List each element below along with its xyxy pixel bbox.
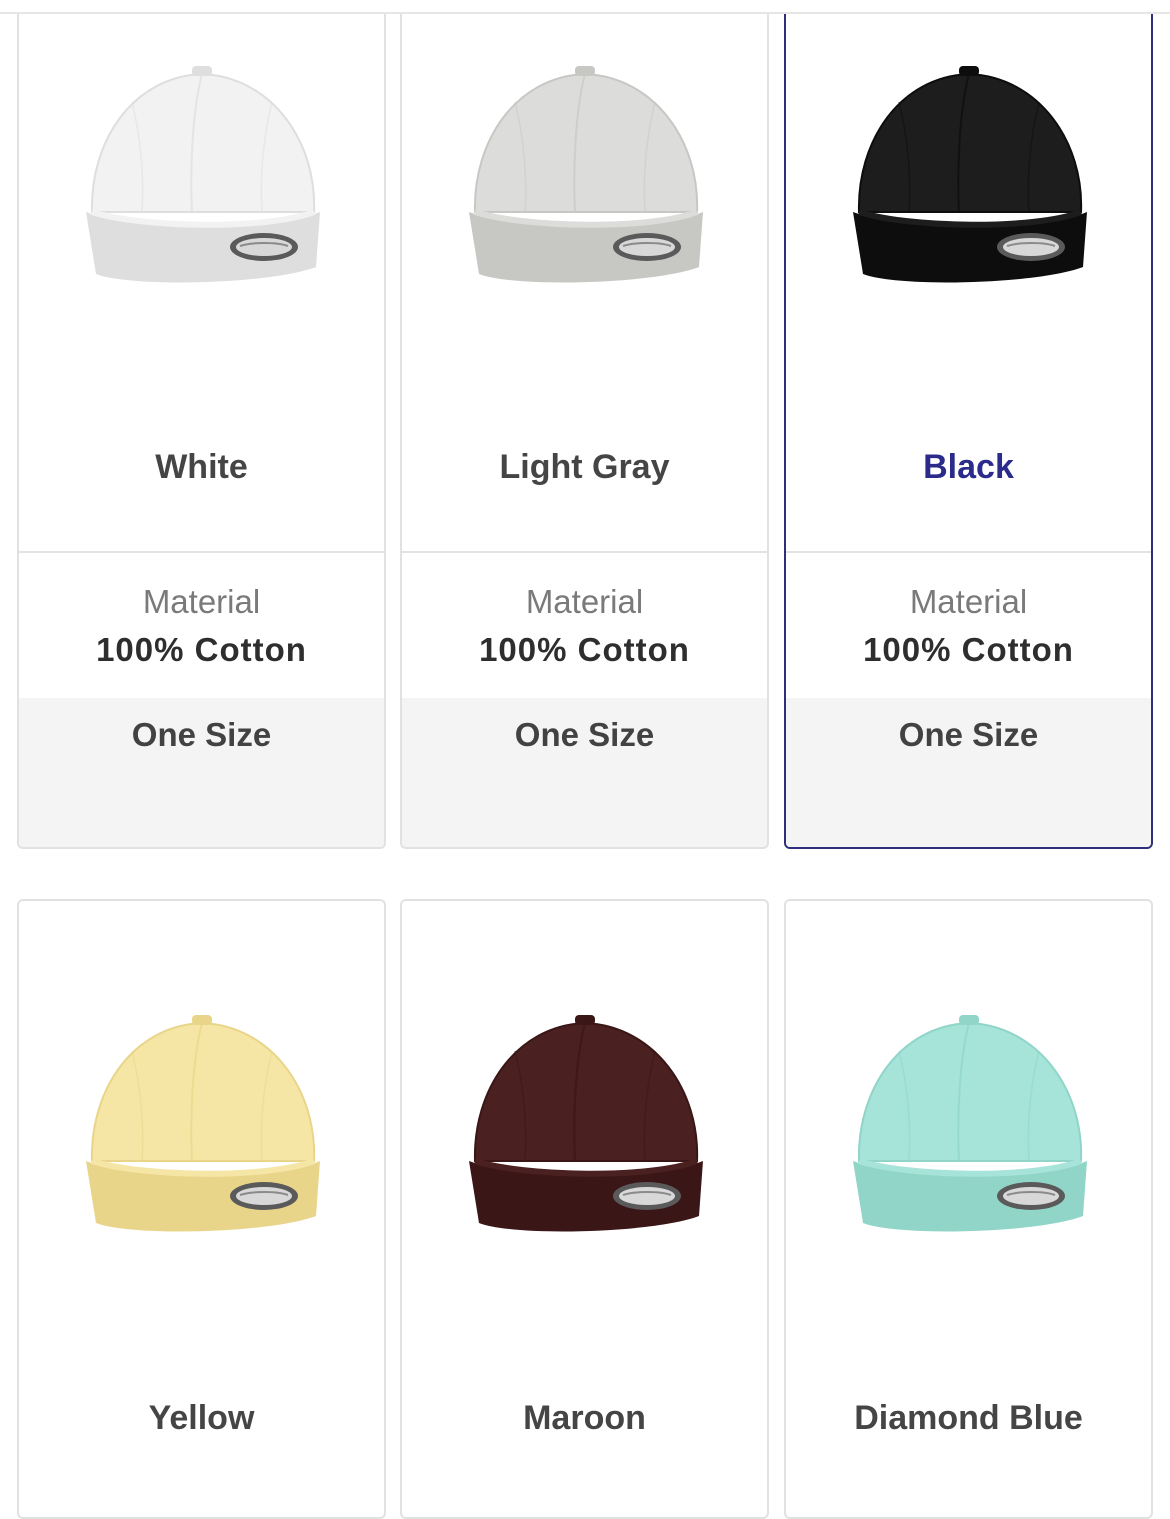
color-name: Maroon	[523, 1399, 646, 1437]
cap-image	[19, 901, 384, 1241]
material-label: Material	[142, 583, 261, 620]
cap-image	[786, 0, 1151, 332]
baseball-cap-icon	[468, 66, 703, 283]
color-card-white[interactable]: White Material 100% Cotton One Size	[17, 0, 386, 849]
card-divider	[786, 551, 1151, 553]
color-name: Black	[923, 448, 1014, 486]
color-name: Light Gray	[499, 448, 670, 486]
color-option-grid: White Material 100% Cotton One Size Ligh…	[0, 0, 1170, 1519]
baseball-cap-icon	[852, 1015, 1087, 1232]
material-value: 100% Cotton	[96, 631, 307, 668]
cap-image	[402, 901, 767, 1241]
color-card-light-gray[interactable]: Light Gray Material 100% Cotton One Size	[400, 0, 769, 849]
baseball-cap-icon	[85, 66, 320, 283]
material-label: Material	[525, 583, 644, 620]
cap-image	[402, 0, 767, 332]
size-label: One Size	[131, 716, 272, 753]
color-card-black[interactable]: Black Material 100% Cotton One Size	[784, 0, 1153, 849]
card-divider	[19, 551, 384, 553]
baseball-cap-icon	[85, 1015, 320, 1232]
material-label: Material	[909, 583, 1028, 620]
color-card-maroon[interactable]: Maroon	[400, 899, 769, 1519]
color-name: Yellow	[148, 1399, 255, 1437]
color-card-yellow[interactable]: Yellow	[17, 899, 386, 1519]
color-name: Diamond Blue	[854, 1399, 1083, 1437]
size-label: One Size	[514, 716, 655, 753]
color-name: White	[155, 448, 248, 486]
material-value: 100% Cotton	[863, 631, 1074, 668]
material-value: 100% Cotton	[479, 631, 690, 668]
cap-image	[19, 0, 384, 332]
card-divider	[402, 551, 767, 553]
top-divider-bar	[0, 0, 1170, 14]
baseball-cap-icon	[468, 1015, 703, 1232]
size-label: One Size	[898, 716, 1039, 753]
baseball-cap-icon	[852, 66, 1087, 283]
cap-image	[786, 901, 1151, 1241]
color-card-diamond-blue[interactable]: Diamond Blue	[784, 899, 1153, 1519]
